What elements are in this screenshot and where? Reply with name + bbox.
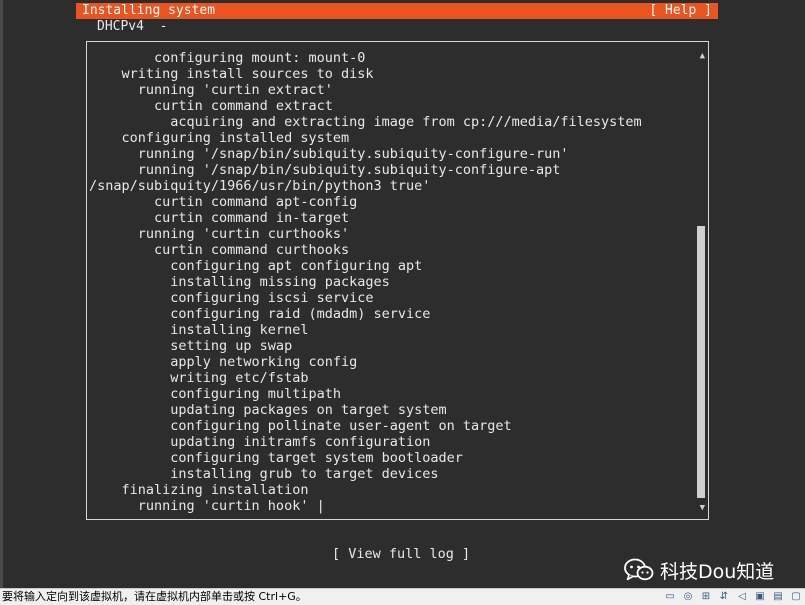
log-line: setting up swap	[89, 338, 293, 354]
log-line: configuring target system bootloader	[89, 450, 463, 466]
wechat-icon	[624, 558, 654, 581]
network-status: DHCPv4 -	[97, 19, 168, 34]
usb-icon[interactable]: ⇵	[717, 590, 731, 603]
installer-title-bar: Installing system [ Help ]	[76, 3, 718, 19]
help-button[interactable]: [ Help ]	[649, 3, 712, 19]
log-line: curtin command curthooks	[89, 242, 350, 258]
log-line: configuring pollinate user-agent on targ…	[89, 418, 512, 434]
install-log-text: configuring mount: mount-0 writing insta…	[89, 50, 694, 514]
log-line: /snap/subiquity/1966/usr/bin/python3 tru…	[89, 178, 431, 194]
log-line: configuring raid (mdadm) service	[89, 306, 431, 322]
scroll-down-arrow-icon[interactable]: ▼	[700, 503, 705, 513]
vm-status-bar: 要将输入定向到该虚拟机，请在虚拟机内部单击或按 Ctrl+G。 ▭ ◎ ⊞ ⇵ …	[0, 588, 805, 605]
display-icon[interactable]: ▣	[753, 590, 767, 603]
watermark: 科技Dou知道	[624, 556, 774, 584]
log-line: installing missing packages	[89, 274, 390, 290]
vm-console-screen[interactable]: Installing system [ Help ] DHCPv4 - conf…	[0, 0, 805, 588]
log-line: configuring iscsi service	[89, 290, 374, 306]
log-line: acquiring and extracting image from cp:/…	[89, 114, 642, 130]
log-line: curtin command in-target	[89, 210, 350, 226]
log-line: configuring installed system	[89, 130, 350, 146]
log-line: writing etc/fstab	[89, 370, 309, 386]
log-line: apply networking config	[89, 354, 358, 370]
log-line: curtin command apt-config	[89, 194, 358, 210]
log-line: finalizing installation	[89, 482, 309, 498]
log-line: running 'curtin curthooks'	[89, 226, 350, 242]
message-icon[interactable]: ▢	[789, 590, 803, 603]
status-hint-text: 要将输入定向到该虚拟机，请在虚拟机内部单击或按 Ctrl+G。	[2, 590, 307, 603]
watermark-text: 科技Dou知道	[660, 560, 775, 583]
scrollbar-thumb[interactable]	[697, 226, 705, 498]
log-line: configuring apt configuring apt	[89, 258, 423, 274]
log-line: curtin command extract	[89, 98, 333, 114]
log-line: running 'curtin hook' |	[89, 498, 325, 514]
log-line: running 'curtin extract'	[89, 82, 333, 98]
log-line: installing kernel	[89, 322, 309, 338]
installer-title: Installing system	[82, 3, 216, 18]
hard-disk-icon[interactable]: ▭	[663, 590, 677, 603]
printer-icon[interactable]: ▤	[771, 590, 785, 603]
log-line: running '/snap/bin/subiquity.subiquity-c…	[89, 162, 561, 178]
log-line: writing install sources to disk	[89, 66, 374, 82]
log-line: configuring mount: mount-0	[89, 50, 366, 66]
cd-drive-icon[interactable]: ◎	[681, 590, 695, 603]
log-line: running '/snap/bin/subiquity.subiquity-c…	[89, 146, 569, 162]
view-full-log-button[interactable]: [ View full log ]	[332, 546, 470, 562]
log-line: updating packages on target system	[89, 402, 447, 418]
install-log-panel[interactable]: configuring mount: mount-0 writing insta…	[86, 41, 709, 520]
device-tray: ▭ ◎ ⊞ ⇵ ◁ ▣ ▤ ▢	[663, 590, 803, 603]
scroll-up-arrow-icon[interactable]: ▲	[700, 51, 705, 61]
log-line: configuring multipath	[89, 386, 341, 402]
sound-icon[interactable]: ◁	[735, 590, 749, 603]
log-line: updating initramfs configuration	[89, 434, 431, 450]
log-line: installing grub to target devices	[89, 466, 439, 482]
network-icon[interactable]: ⊞	[699, 590, 713, 603]
window-edge	[0, 0, 3, 588]
